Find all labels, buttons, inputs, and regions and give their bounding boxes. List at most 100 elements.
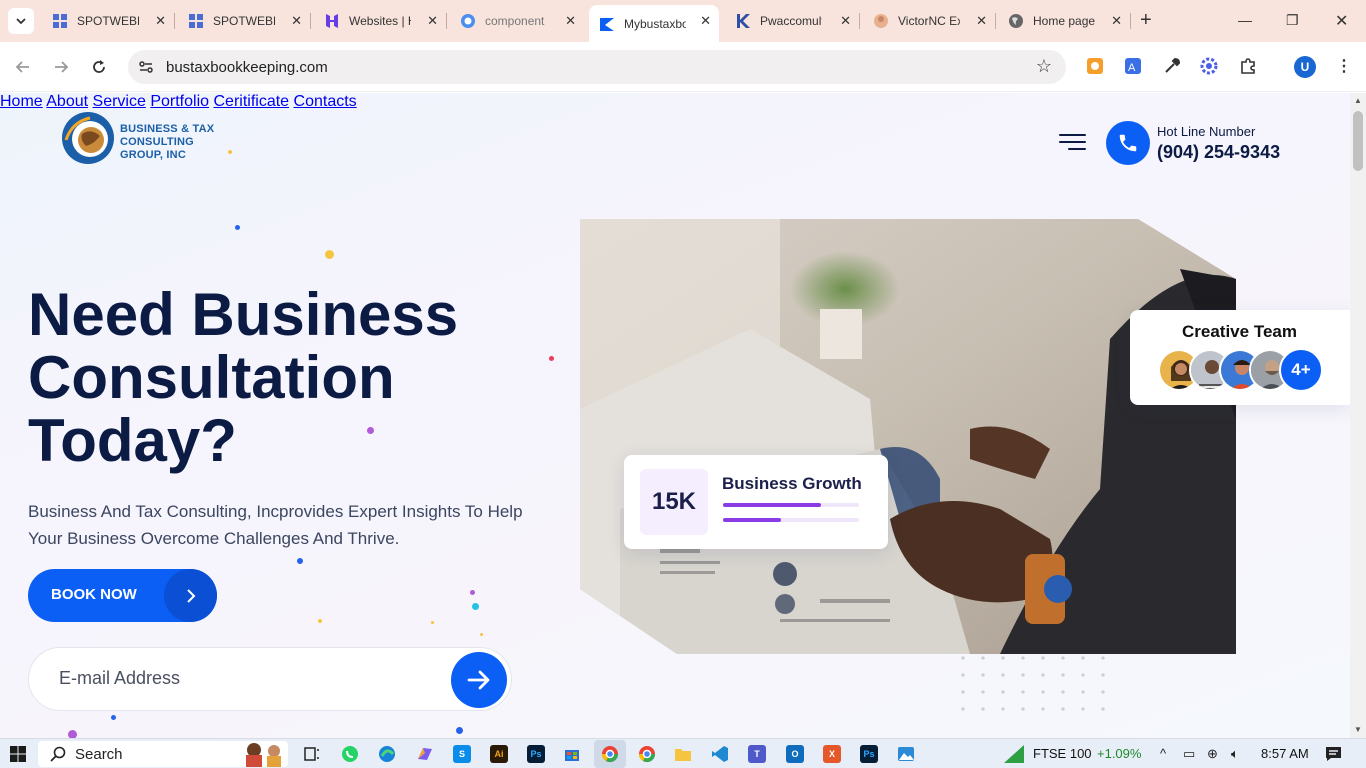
decor-dot — [470, 590, 475, 595]
ftse-label[interactable]: FTSE 100 — [1033, 746, 1092, 761]
close-tab-icon[interactable]: ✕ — [291, 14, 302, 28]
minimize-button[interactable]: — — [1238, 12, 1252, 28]
mybustax-icon — [599, 16, 615, 32]
xampp-icon[interactable]: X — [823, 745, 841, 763]
decor-dot — [480, 633, 483, 636]
edge-icon[interactable] — [378, 745, 396, 763]
browser-tab-7[interactable]: VictorNC Ex ✕ — [863, 7, 996, 35]
browser-tab-6[interactable]: Pwaccomult ✕ — [725, 7, 860, 35]
vscode-icon[interactable] — [711, 745, 729, 763]
site-info-icon[interactable] — [138, 59, 154, 75]
hotline-number[interactable]: (904) 254-9343 — [1157, 142, 1280, 163]
close-tab-icon[interactable]: ✕ — [565, 14, 576, 28]
back-button[interactable] — [13, 57, 33, 77]
stock-chart-icon[interactable] — [1003, 744, 1025, 764]
email-input[interactable] — [59, 668, 439, 689]
close-tab-icon[interactable]: ✕ — [700, 14, 711, 28]
battery-icon[interactable]: ▭ — [1183, 746, 1195, 762]
bookmark-star-icon[interactable]: ☆ — [1036, 56, 1052, 77]
phone-button[interactable] — [1106, 121, 1150, 165]
nav-portfolio[interactable]: Portfolio — [150, 93, 209, 110]
logo-line: CONSULTING — [120, 136, 194, 148]
windows-start-icon[interactable] — [10, 746, 26, 762]
profile-avatar[interactable]: U — [1294, 56, 1316, 78]
task-view-icon[interactable] — [303, 745, 321, 763]
address-bar[interactable]: bustaxbookkeeping.com ☆ — [128, 50, 1066, 84]
close-tab-icon[interactable]: ✕ — [427, 14, 438, 28]
close-tab-icon[interactable]: ✕ — [1111, 14, 1122, 28]
photoshop-icon[interactable]: Ps — [527, 745, 545, 763]
nav-about[interactable]: About — [46, 93, 88, 110]
hamburger-menu-icon[interactable] — [1059, 134, 1086, 152]
ftse-change: +1.09% — [1097, 746, 1142, 761]
nav-service[interactable]: Service — [93, 93, 146, 110]
volume-icon[interactable]: 🔈︎ — [1231, 746, 1239, 762]
nav-contacts[interactable]: Contacts — [294, 93, 357, 110]
book-now-button[interactable]: BOOK NOW — [28, 569, 217, 622]
chrome-icon[interactable] — [638, 745, 656, 763]
copilot-icon[interactable] — [416, 745, 434, 763]
growth-progress-bar — [723, 518, 859, 522]
tab-search-button[interactable] — [8, 8, 34, 34]
decor-dot — [68, 730, 77, 738]
browser-tab-2[interactable]: SPOTWEBDI ✕ — [178, 7, 311, 35]
pwacc-icon — [735, 13, 751, 29]
browser-tab-3[interactable]: Websites | H ✕ — [314, 7, 447, 35]
extension-gear-icon[interactable] — [1199, 56, 1219, 76]
site-logo[interactable]: BUSINESS & TAX CONSULTING GROUP, INC — [60, 110, 240, 170]
illustrator-icon[interactable]: Ai — [490, 745, 508, 763]
skype-icon[interactable]: S — [453, 745, 471, 763]
photoshop-icon[interactable]: Ps — [860, 745, 878, 763]
close-window-button[interactable]: ✕ — [1335, 11, 1348, 31]
teams-icon[interactable]: T — [748, 745, 766, 763]
scroll-down-arrow-icon[interactable]: ▼ — [1354, 725, 1362, 734]
extension-translate-icon[interactable]: A — [1123, 56, 1143, 76]
scrollbar-thumb[interactable] — [1353, 111, 1363, 171]
restore-button[interactable]: ❐ — [1286, 12, 1299, 29]
chrome-icon[interactable] — [601, 745, 619, 763]
decor-dot — [472, 603, 479, 610]
page-scrollbar[interactable]: ▲ ▼ — [1350, 93, 1366, 738]
eyedropper-icon[interactable] — [1162, 56, 1182, 76]
browser-tab-4[interactable]: component ✕ — [450, 7, 584, 35]
photos-icon[interactable] — [897, 745, 915, 763]
reload-button[interactable] — [89, 57, 109, 77]
decor-dot — [111, 715, 116, 720]
notifications-icon[interactable] — [1325, 746, 1342, 762]
tab-separator — [1130, 13, 1131, 29]
nav-certificate[interactable]: Ceritificate — [213, 93, 289, 110]
browser-menu-icon[interactable]: ⋮ — [1336, 56, 1352, 76]
whatsapp-icon[interactable] — [341, 745, 359, 763]
nav-home[interactable]: Home — [0, 93, 43, 110]
outlook-icon[interactable]: O — [786, 745, 804, 763]
team-more-badge[interactable]: 4+ — [1279, 348, 1323, 392]
arrow-right-icon — [467, 670, 490, 690]
network-globe-icon[interactable]: ⊕ — [1207, 746, 1218, 762]
browser-tab-8[interactable]: Home page ✕ — [998, 7, 1131, 35]
store-icon[interactable] — [563, 745, 581, 763]
extensions-puzzle-icon[interactable] — [1238, 56, 1258, 76]
new-tab-button[interactable]: + — [1140, 10, 1152, 30]
tab-title: VictorNC Ex — [898, 14, 960, 28]
tab-separator — [859, 13, 860, 29]
windows-taskbar: Search S Ai Ps T O X Ps FTSE 100 +1.09% … — [0, 738, 1366, 768]
email-submit-button[interactable] — [451, 652, 507, 708]
browser-tab-active[interactable]: Mybustaxbo ✕ — [589, 5, 719, 42]
scroll-up-arrow-icon[interactable]: ▲ — [1354, 96, 1362, 105]
extension-orange-icon[interactable] — [1085, 56, 1105, 76]
growth-progress-fill — [723, 518, 782, 522]
tray-chevron-up-icon[interactable]: ^ — [1160, 746, 1166, 761]
taskbar-clock[interactable]: 8:57 AM — [1261, 746, 1309, 761]
taskbar-search[interactable]: Search — [38, 741, 288, 767]
browser-tab-1[interactable]: SPOTWEBDI ✕ — [42, 7, 175, 35]
file-explorer-icon[interactable] — [674, 745, 692, 763]
chevron-down-icon — [16, 18, 26, 25]
forward-button[interactable] — [51, 57, 71, 77]
close-tab-icon[interactable]: ✕ — [976, 14, 987, 28]
tab-title: Websites | H — [349, 14, 411, 28]
phone-icon — [1119, 134, 1137, 152]
close-tab-icon[interactable]: ✕ — [840, 14, 851, 28]
tab-title: Home page — [1033, 14, 1095, 28]
close-tab-icon[interactable]: ✕ — [155, 14, 166, 28]
svg-text:A: A — [1128, 62, 1136, 74]
